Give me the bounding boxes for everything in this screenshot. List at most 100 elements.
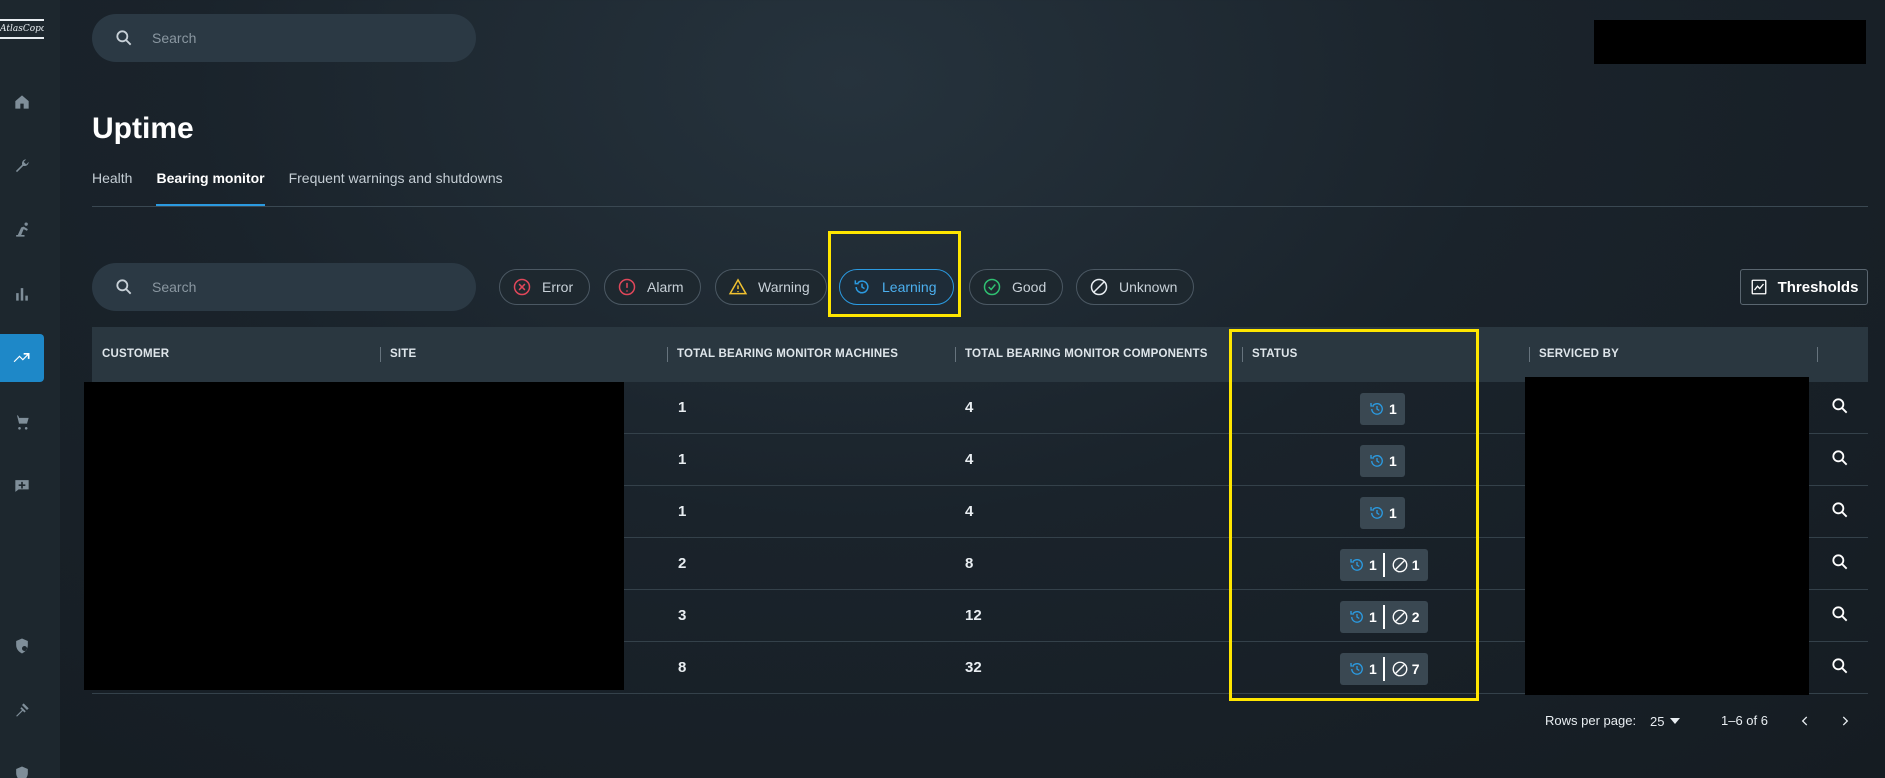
atlas-copco-logo: AtlasCopco xyxy=(0,14,44,44)
global-search[interactable] xyxy=(92,14,476,62)
learning-count: 1 xyxy=(1369,557,1377,573)
learning-history-icon xyxy=(854,280,869,294)
row-details-button[interactable] xyxy=(1830,552,1854,576)
nav-uptime[interactable] xyxy=(0,334,44,382)
alarm-circle-icon xyxy=(618,278,636,296)
filter-warning-label: Warning xyxy=(758,279,810,295)
col-components[interactable]: TOTAL BEARING MONITOR COMPONENTS xyxy=(955,327,1208,382)
col-status[interactable]: STATUS xyxy=(1242,327,1298,382)
nav-shop[interactable] xyxy=(0,398,44,446)
col-site[interactable]: SITE xyxy=(380,327,416,382)
learning-count: 1 xyxy=(1389,453,1397,469)
nav-security[interactable] xyxy=(0,622,44,670)
filter-learning-label: Learning xyxy=(882,279,937,295)
components-cell: 12 xyxy=(965,607,982,624)
filter-learning[interactable]: Learning xyxy=(839,269,954,305)
chevron-right-icon xyxy=(1842,716,1849,726)
next-page-button[interactable] xyxy=(1832,708,1858,734)
learning-history-icon xyxy=(1370,507,1383,519)
learning-count: 1 xyxy=(1389,505,1397,521)
filter-unknown[interactable]: Unknown xyxy=(1076,269,1195,305)
warning-triangle-icon xyxy=(728,278,748,295)
row-details-button[interactable] xyxy=(1830,500,1854,524)
components-cell: 4 xyxy=(965,451,974,468)
serviced-by-redacted xyxy=(1525,377,1809,695)
nav-equipment[interactable] xyxy=(0,206,44,254)
nav-messages[interactable] xyxy=(0,462,44,510)
pagination-range: 1–6 of 6 xyxy=(1721,713,1768,728)
learning-count: 1 xyxy=(1369,661,1377,677)
row-details-button[interactable] xyxy=(1830,396,1854,420)
nav-home[interactable] xyxy=(0,78,44,126)
global-search-input[interactable] xyxy=(152,30,452,46)
status-badge[interactable]: 17 xyxy=(1340,653,1428,685)
filter-warning[interactable]: Warning xyxy=(715,269,827,305)
filter-unknown-label: Unknown xyxy=(1119,279,1178,295)
cart-icon xyxy=(14,415,29,430)
rows-per-page-select[interactable]: 25 xyxy=(1650,706,1681,736)
nav-tools[interactable] xyxy=(0,686,44,734)
filter-good[interactable]: Good xyxy=(969,269,1064,305)
more-icon xyxy=(16,766,28,778)
home-icon xyxy=(15,95,29,109)
previous-page-button[interactable] xyxy=(1792,708,1818,734)
components-cell: 4 xyxy=(965,399,974,416)
row-details-button[interactable] xyxy=(1830,448,1854,472)
wrench-icon xyxy=(15,159,29,173)
good-check-icon xyxy=(983,278,1001,296)
unknown-slash-icon xyxy=(1392,609,1408,625)
table-search[interactable] xyxy=(92,263,476,311)
status-separator xyxy=(1382,553,1385,577)
error-circle-icon xyxy=(513,278,531,296)
row-details-button[interactable] xyxy=(1830,604,1854,628)
side-navigation: AtlasCopco xyxy=(0,0,60,778)
status-separator xyxy=(1382,657,1385,681)
shield-gear-icon xyxy=(16,638,28,654)
learning-history-icon xyxy=(1350,663,1363,675)
account-redacted[interactable] xyxy=(1594,20,1866,64)
rows-per-page-label: Rows per page: xyxy=(1545,713,1637,728)
chart-line-icon xyxy=(1751,279,1766,295)
filter-error[interactable]: Error xyxy=(499,269,591,305)
status-badge[interactable]: 1 xyxy=(1360,445,1405,477)
status-badge[interactable]: 12 xyxy=(1340,601,1428,633)
status-badge[interactable]: 11 xyxy=(1340,549,1428,581)
col-divider[interactable] xyxy=(1817,347,1818,362)
machines-cell: 2 xyxy=(678,555,687,572)
search-icon xyxy=(1832,502,1848,518)
thresholds-button[interactable]: Thresholds xyxy=(1740,269,1868,305)
search-icon xyxy=(1832,606,1848,622)
unknown-count: 2 xyxy=(1411,609,1420,625)
filter-alarm[interactable]: Alarm xyxy=(604,269,701,305)
machines-cell: 3 xyxy=(678,607,687,624)
unknown-count: 1 xyxy=(1411,557,1420,573)
nav-reports[interactable] xyxy=(0,270,44,318)
unknown-slash-icon xyxy=(1392,661,1408,677)
col-customer[interactable]: CUSTOMER xyxy=(92,327,169,382)
learning-history-icon xyxy=(1350,611,1363,623)
nav-service[interactable] xyxy=(0,142,44,190)
tab-bearing-monitor[interactable]: Bearing monitor xyxy=(156,168,265,206)
table-search-input[interactable] xyxy=(152,279,452,295)
col-machines[interactable]: TOTAL BEARING MONITOR MACHINES xyxy=(667,327,898,382)
unknown-count: 7 xyxy=(1411,661,1420,677)
filter-alarm-label: Alarm xyxy=(647,279,684,295)
col-serviced-by[interactable]: SERVICED BY xyxy=(1529,327,1619,382)
search-icon xyxy=(1832,554,1848,570)
tools-icon xyxy=(16,703,29,717)
search-icon xyxy=(1832,398,1848,414)
row-details-button[interactable] xyxy=(1830,656,1854,680)
learning-history-icon xyxy=(1370,403,1383,415)
filter-error-label: Error xyxy=(542,279,574,295)
status-badge[interactable]: 1 xyxy=(1360,393,1405,425)
tab-health[interactable]: Health xyxy=(92,168,132,206)
page-tabs: Health Bearing monitor Frequent warnings… xyxy=(92,168,503,206)
learning-count: 1 xyxy=(1369,609,1377,625)
nav-more[interactable] xyxy=(0,750,44,778)
search-icon xyxy=(116,30,132,46)
machines-cell: 1 xyxy=(678,451,687,468)
tab-frequent-warnings[interactable]: Frequent warnings and shutdowns xyxy=(289,168,503,206)
unknown-slash-icon xyxy=(1392,557,1408,573)
unknown-slash-icon xyxy=(1090,278,1108,296)
status-badge[interactable]: 1 xyxy=(1360,497,1405,529)
